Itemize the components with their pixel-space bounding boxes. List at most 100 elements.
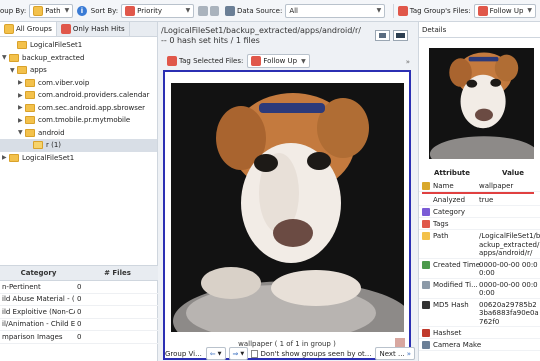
attribute-value: /LogicalFileSet1/backup_extracted/apps/a… (479, 232, 540, 257)
slideshow-icon (396, 33, 405, 38)
group-by-dropdown[interactable]: Path ▼ (29, 3, 74, 18)
dog-thumbnail-image (429, 48, 534, 159)
toolbar-divider (393, 3, 395, 18)
name-highlight-underline (422, 192, 534, 194)
tree-item[interactable]: ▶ com.sec.android.app.sbrowser (0, 102, 157, 115)
expanded-icon[interactable]: ▼ (2, 54, 9, 61)
next-group-arrow-button[interactable]: ⇒ ▼ (228, 347, 249, 360)
attribute-cell: Created Time (419, 259, 480, 269)
attribute-icon (422, 220, 430, 228)
attribute-row[interactable]: Camera Make (419, 339, 540, 351)
attribute-row[interactable]: Created Time 0000-00-00 00:00:00 (419, 259, 540, 279)
category-row[interactable]: il/Animation - Child Ex...0 (0, 319, 158, 331)
chevron-down-icon: ▼ (64, 7, 70, 14)
tree-item[interactable]: ▶ com.android.providers.calendar (0, 89, 157, 102)
tree-item[interactable]: ▼ android (0, 127, 157, 140)
tree-item[interactable]: ▶ LogicalFileSet1 (0, 152, 157, 165)
image-tile[interactable]: wallpaper ( 1 of 1 in group ) (163, 70, 411, 360)
sort-descending-icon[interactable] (209, 5, 220, 16)
expanded-icon[interactable]: ▼ (18, 129, 25, 136)
attribute-row[interactable]: Path/LogicalFileSet1/backup_extracted/ap… (419, 230, 540, 259)
attribute-row[interactable]: Hashset (419, 327, 540, 339)
sort-by-dropdown[interactable]: Priority ▼ (121, 3, 195, 18)
collapsed-icon[interactable]: ▶ (2, 154, 9, 161)
column-header-category[interactable]: Category (0, 269, 75, 277)
tree-item-label: com.viber.voip (38, 78, 90, 87)
category-row[interactable]: n-Pertinent 0 (0, 281, 158, 294)
expanded-icon[interactable]: ▼ (10, 67, 17, 74)
tab-all-groups[interactable]: All Groups (0, 22, 57, 36)
overflow-chevron[interactable]: » (406, 58, 410, 66)
category-table-header: Category # Files (0, 265, 158, 281)
category-file-count: 0 (77, 307, 82, 316)
collapsed-icon[interactable]: ▶ (18, 79, 25, 86)
image-preview[interactable] (171, 83, 404, 332)
chevron-down-icon: ▼ (376, 7, 382, 14)
attribute-row[interactable]: Name wallpaper (419, 180, 540, 192)
tag-icon (398, 5, 408, 16)
collapsed-icon[interactable]: ▶ (18, 92, 25, 99)
category-row[interactable]: mparison Images 0 (0, 331, 158, 344)
attribute-value: wallpaper (479, 182, 514, 190)
sort-by-label: Sort By: (90, 6, 119, 15)
attribute-row[interactable]: Tags (419, 218, 540, 230)
slideshow-view-button[interactable] (393, 30, 408, 41)
folder-icon (25, 78, 35, 87)
sort-ascending-icon[interactable] (198, 5, 208, 16)
previous-group-button[interactable]: ⇐ ▼ (205, 347, 226, 360)
tree-item[interactable]: LogicalFileSet1 (0, 39, 157, 52)
folder-icon (25, 116, 35, 125)
tree-item-label: com.tmobile.pr.mytmobile (38, 116, 131, 125)
chevron-down-icon: ▼ (527, 7, 533, 14)
attribute-value: 00620a29785b23ba6883fa90e0a762f0 (479, 300, 539, 326)
tag-selected-label: Tag Selected Files: (179, 57, 244, 65)
column-header-files[interactable]: # Files (75, 269, 158, 277)
folder-icon (33, 141, 43, 150)
toolbar: oup By: Path ▼ i Sort By: Priority ▼ Dat… (0, 0, 540, 22)
attribute-cell: Modified Ti... (419, 279, 478, 289)
next-label: Next ... (379, 349, 405, 358)
attribute-cell: Hashset (419, 327, 477, 337)
attribute-cell: Analyzed (419, 194, 477, 204)
column-header-attribute[interactable]: Attribute (419, 169, 485, 177)
attribute-row[interactable]: Category (419, 206, 540, 218)
info-icon[interactable]: i (77, 5, 87, 16)
attribute-icon (422, 260, 430, 269)
data-source-dropdown[interactable]: All ▼ (285, 3, 386, 18)
category-name: n-Pertinent (2, 282, 41, 291)
attribute-row[interactable]: Modified Ti... 0000-00-00 00:00:00 (419, 279, 540, 299)
attribute-icon (422, 329, 430, 337)
attribute-name: Camera Make (433, 341, 482, 349)
hash-hit-icon (60, 24, 71, 34)
attribute-value: 0000-00-00 00:00:00 (479, 260, 538, 278)
group-viewer: /LogicalFileSet1/backup_extracted/apps/a… (159, 22, 418, 361)
attribute-row[interactable]: Analyzed true (419, 194, 540, 206)
tree-item[interactable]: ▼ backup_extracted (0, 52, 157, 65)
collapsed-icon[interactable]: ▶ (18, 104, 25, 111)
attribute-cell: Category (419, 206, 477, 216)
folder-icon (17, 41, 27, 50)
tree-item[interactable]: r (1) (0, 139, 157, 152)
category-name: ild Abuse Material - (... (2, 295, 75, 304)
sort-by-value: Priority (137, 6, 163, 15)
tree-item[interactable]: ▶ com.tmobile.pr.mytmobile (0, 114, 157, 127)
details-title: Details (419, 22, 540, 38)
dont-show-checkbox[interactable] (251, 349, 258, 358)
category-row[interactable]: ild Exploitive (Non-CA...0 (0, 306, 158, 319)
attribute-cell: Name (419, 180, 477, 190)
folder-icon (25, 128, 35, 137)
tree-item[interactable]: ▶ com.viber.voip (0, 77, 157, 90)
collapsed-icon[interactable]: ▶ (18, 117, 25, 124)
next-button[interactable]: Next ... » (375, 347, 415, 360)
tag-group-dropdown[interactable]: Follow Up ▼ (473, 3, 537, 18)
tree-item-label: r (1) (46, 141, 62, 150)
column-header-value[interactable]: Value (485, 169, 540, 177)
tag-selected-dropdown[interactable]: Follow Up ▼ (247, 54, 310, 68)
category-row[interactable]: ild Abuse Material - (... 0 (0, 294, 158, 306)
tile-view-button[interactable] (375, 30, 390, 41)
folder-icon (4, 24, 14, 34)
attribute-row[interactable]: MD5 Hash 00620a29785b23ba6883fa90e0a762f0 (419, 299, 540, 327)
tree-item[interactable]: ▼ apps (0, 64, 157, 77)
tab-only-hash-hits[interactable]: Only Hash Hits (57, 22, 130, 36)
attribute-icon (422, 280, 430, 289)
